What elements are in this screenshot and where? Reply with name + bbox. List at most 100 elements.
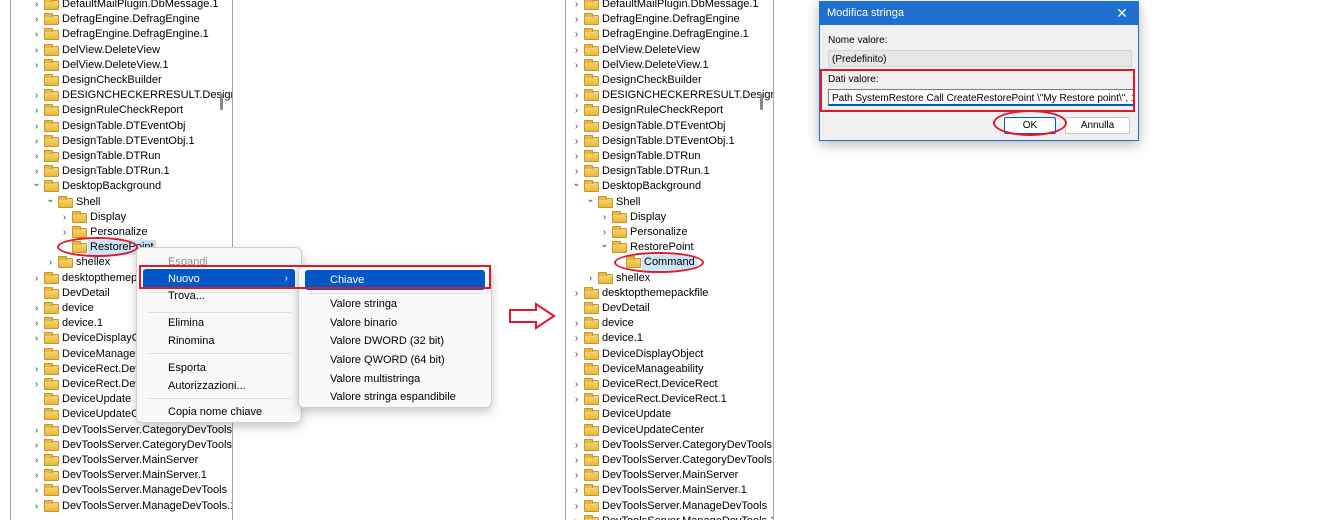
cancel-button[interactable]: Annulla: [1065, 117, 1130, 134]
chevron-right-icon[interactable]: ›: [572, 43, 581, 58]
tree-item[interactable]: › DefragEngine.DefragEngine.1: [0, 27, 232, 42]
submenu-item-valore-stringa-espandibile[interactable]: Valore stringa espandibile: [305, 387, 485, 407]
chevron-right-icon[interactable]: ›: [32, 423, 41, 438]
chevron-right-icon[interactable]: ›: [32, 119, 41, 134]
chevron-right-icon[interactable]: ›: [572, 12, 581, 27]
chevron-right-icon[interactable]: ›: [32, 377, 41, 392]
chevron-down-icon[interactable]: ⌄: [600, 237, 609, 252]
tree-item[interactable]: › DesignTable.DTRun: [565, 149, 774, 164]
tree-item[interactable]: › DevToolsServer.MainServer: [565, 468, 774, 483]
chevron-right-icon[interactable]: ›: [572, 499, 581, 514]
menu-item-esporta[interactable]: Esporta: [143, 358, 295, 378]
tree-item[interactable]: › DelView.DeleteView.1: [565, 58, 774, 73]
tree-item[interactable]: ⌄ DesktopBackground: [565, 176, 774, 194]
tree-item[interactable]: › DeviceRect.DeviceRect: [565, 377, 774, 392]
tree-item[interactable]: › DesignRuleCheckReport: [0, 103, 232, 118]
chevron-right-icon[interactable]: ›: [32, 58, 41, 73]
chevron-right-icon[interactable]: ›: [32, 483, 41, 498]
chevron-right-icon[interactable]: ›: [572, 468, 581, 483]
chevron-right-icon[interactable]: ›: [572, 27, 581, 42]
tree-item[interactable]: › DefragEngine.DefragEngine.1: [565, 27, 774, 42]
chevron-right-icon[interactable]: ›: [572, 483, 581, 498]
menu-item-copia-nome-chiave[interactable]: Copia nome chiave: [143, 402, 295, 422]
chevron-right-icon[interactable]: ›: [572, 316, 581, 331]
chevron-right-icon[interactable]: ›: [572, 453, 581, 468]
chevron-right-icon[interactable]: ›: [32, 499, 41, 514]
menu-item-autorizzazioni[interactable]: Autorizzazioni...: [143, 376, 295, 396]
chevron-right-icon[interactable]: ›: [60, 210, 69, 225]
chevron-right-icon[interactable]: ›: [32, 271, 41, 286]
chevron-right-icon[interactable]: ›: [572, 103, 581, 118]
chevron-right-icon[interactable]: ›: [32, 331, 41, 346]
tree-item[interactable]: › device: [565, 316, 774, 331]
chevron-down-icon[interactable]: ⌄: [572, 176, 581, 191]
chevron-right-icon[interactable]: ›: [600, 210, 609, 225]
tree-item[interactable]: › DelView.DeleteView.1: [0, 58, 232, 73]
tree-item[interactable]: › DevToolsServer.MainServer.1: [565, 483, 774, 498]
tree-item[interactable]: DesignCheckBuilder: [0, 73, 232, 88]
tree-item[interactable]: › DevToolsServer.ManageDevTools: [0, 483, 232, 498]
chevron-right-icon[interactable]: ›: [32, 453, 41, 468]
chevron-right-icon[interactable]: ›: [32, 362, 41, 377]
menu-item-trova[interactable]: Trova...: [143, 286, 295, 306]
left-tree-scrollbar-thumb[interactable]: [220, 94, 223, 110]
tree-item[interactable]: › DevToolsServer.CategoryDevTools.: [565, 453, 774, 468]
tree-item[interactable]: › DevToolsServer.ManageDevTools.1: [0, 499, 232, 514]
submenu-item-valore-multistringa[interactable]: Valore multistringa: [305, 369, 485, 389]
chevron-right-icon[interactable]: ›: [572, 286, 581, 301]
tree-item[interactable]: › DevToolsServer.CategoryDevTools: [565, 438, 774, 453]
tree-item[interactable]: › DesignTable.DTEventObj: [0, 119, 232, 134]
close-icon[interactable]: ✕: [1112, 2, 1132, 25]
chevron-right-icon[interactable]: ›: [46, 255, 55, 270]
chevron-right-icon[interactable]: ›: [32, 0, 41, 12]
tree-item[interactable]: › desktopthemepackfile: [565, 286, 774, 301]
chevron-right-icon[interactable]: ›: [32, 316, 41, 331]
menu-item-elimina[interactable]: Elimina: [143, 313, 295, 333]
tree-item[interactable]: ⌄ DesktopBackground: [0, 176, 232, 194]
chevron-right-icon[interactable]: ›: [572, 88, 581, 103]
chevron-right-icon[interactable]: ›: [32, 438, 41, 453]
tree-item[interactable]: DesignCheckBuilder: [565, 73, 774, 88]
chevron-right-icon[interactable]: ›: [60, 225, 69, 240]
tree-item[interactable]: › DevToolsServer.MainServer.1: [0, 468, 232, 483]
tree-item[interactable]: › DevToolsServer.ManageDevTools: [565, 499, 774, 514]
chevron-right-icon[interactable]: ›: [572, 438, 581, 453]
tree-item[interactable]: › DevToolsServer.CategoryDevTools: [0, 423, 232, 438]
tree-item[interactable]: › DefaultMailPlugin.DbMessage.1: [0, 0, 232, 12]
tree-item[interactable]: › DeviceRect.DeviceRect.1: [565, 392, 774, 407]
chevron-right-icon[interactable]: ›: [32, 88, 41, 103]
chevron-right-icon[interactable]: ›: [572, 134, 581, 149]
tree-item[interactable]: › DesignRuleCheckReport: [565, 103, 774, 118]
tree-item[interactable]: ⌄ Shell: [565, 194, 774, 210]
tree-item[interactable]: › DeviceDisplayObject: [565, 347, 774, 362]
dialog-title-bar[interactable]: Modifica stringa ✕: [820, 2, 1138, 25]
chevron-right-icon[interactable]: ›: [572, 58, 581, 73]
tree-item[interactable]: DeviceManageability: [565, 362, 774, 377]
chevron-right-icon[interactable]: ›: [32, 27, 41, 42]
chevron-right-icon[interactable]: ›: [586, 271, 595, 286]
tree-item[interactable]: › DevToolsServer.CategoryDevTools.: [0, 438, 232, 453]
submenu-item-valore-stringa[interactable]: Valore stringa: [305, 294, 485, 314]
tree-item[interactable]: › DesignTable.DTEventObj.1: [0, 134, 232, 149]
chevron-right-icon[interactable]: ›: [32, 149, 41, 164]
submenu-item-valore-qword[interactable]: Valore QWORD (64 bit): [305, 350, 485, 370]
tree-item[interactable]: › DesignTable.DTEventObj.1: [565, 134, 774, 149]
tree-item[interactable]: › DefaultMailPlugin.DbMessage.1: [565, 0, 774, 12]
chevron-right-icon[interactable]: ›: [572, 0, 581, 12]
chevron-down-icon[interactable]: ⌄: [32, 176, 41, 191]
chevron-right-icon[interactable]: ›: [572, 392, 581, 407]
chevron-right-icon[interactable]: ›: [32, 103, 41, 118]
menu-item-rinomina[interactable]: Rinomina: [143, 331, 295, 351]
chevron-right-icon[interactable]: ›: [572, 331, 581, 346]
chevron-right-icon[interactable]: ›: [32, 134, 41, 149]
tree-item[interactable]: DevDetail: [565, 301, 774, 316]
chevron-right-icon[interactable]: ›: [32, 43, 41, 58]
chevron-right-icon[interactable]: ›: [32, 12, 41, 27]
tree-item[interactable]: › DesignTable.DTRun: [0, 149, 232, 164]
chevron-right-icon[interactable]: ›: [572, 377, 581, 392]
tree-item[interactable]: DeviceUpdate: [565, 407, 774, 422]
tree-item[interactable]: › DelView.DeleteView: [565, 43, 774, 58]
chevron-right-icon[interactable]: ›: [32, 468, 41, 483]
tree-item[interactable]: › DevToolsServer.ManageDevTools.1: [565, 514, 774, 520]
right-pane-divider[interactable]: [773, 0, 774, 520]
